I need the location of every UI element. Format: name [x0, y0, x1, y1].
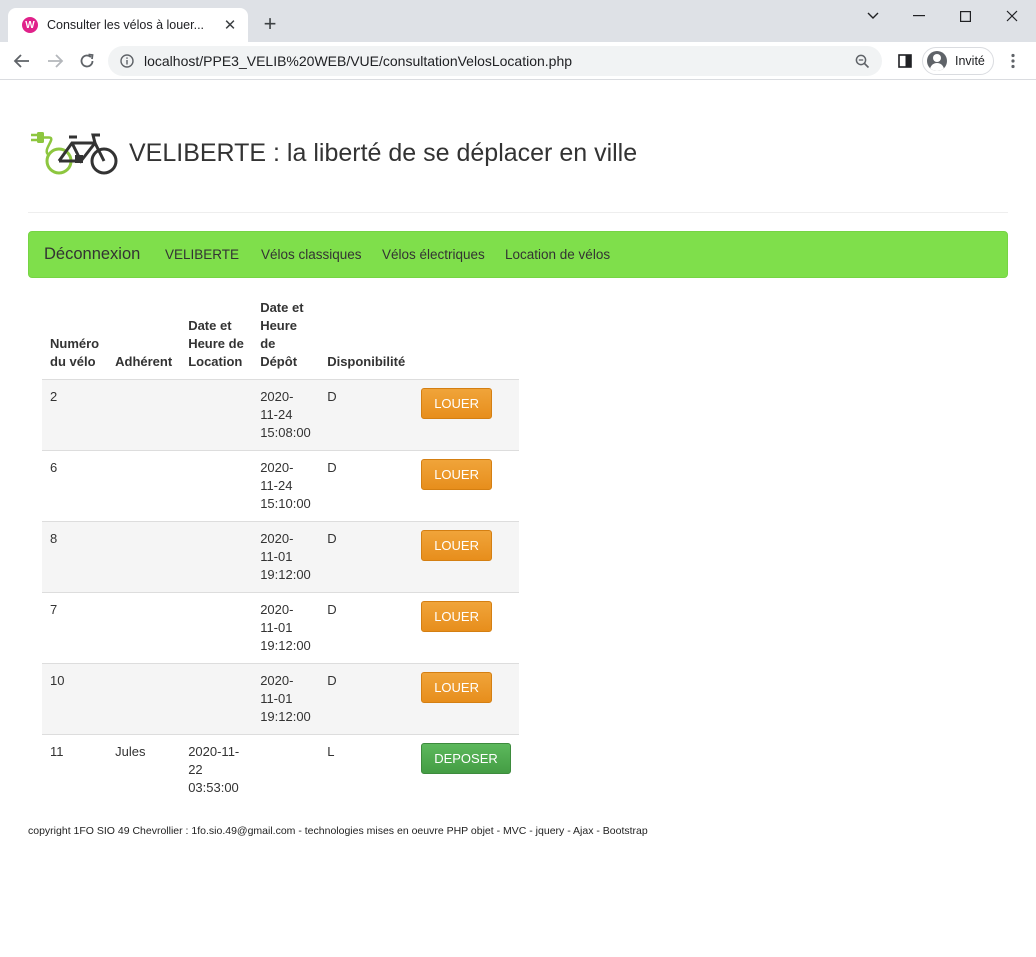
nav-link-velos-classiques[interactable]: Vélos classiques	[261, 247, 362, 262]
deposer-button[interactable]: DEPOSER	[421, 743, 511, 774]
zoom-icon[interactable]	[855, 54, 870, 69]
cell-disponibilite: D	[319, 450, 414, 522]
cell-adherent	[107, 379, 181, 451]
cell-date-location	[180, 663, 253, 735]
cell-numero: 6	[42, 450, 108, 522]
header-divider	[28, 212, 1008, 213]
column-header-numero: Numéro du vélo	[50, 336, 100, 369]
louer-button[interactable]: LOUER	[421, 601, 492, 632]
cell-adherent	[107, 450, 181, 522]
main-navbar: Déconnexion VELIBERTE Vélos classiques V…	[28, 231, 1008, 278]
back-icon[interactable]	[9, 48, 35, 74]
profile-name: Invité	[955, 54, 985, 68]
page-footer: copyright 1FO SIO 49 Chevrollier : 1fo.s…	[28, 825, 648, 837]
cell-adherent	[107, 663, 181, 735]
window-close-icon[interactable]	[989, 0, 1035, 32]
table-row: 10 2020-11-01 19:12:00 D LOUER	[42, 663, 519, 735]
cell-action: LOUER	[413, 379, 519, 451]
nav-link-veliberte[interactable]: VELIBERTE	[165, 247, 239, 262]
browser-menu-icon[interactable]	[1000, 48, 1026, 74]
column-header-date-location: Date et Heure de Location	[188, 318, 244, 369]
louer-button[interactable]: LOUER	[421, 459, 492, 490]
cell-date-location	[180, 379, 253, 451]
url-text[interactable]: localhost/PPE3_VELIB%20WEB/VUE/consultat…	[144, 53, 855, 69]
minimize-icon[interactable]	[896, 0, 942, 32]
cell-date-location	[180, 521, 253, 593]
column-header-disponibilite: Disponibilité	[327, 354, 406, 369]
cell-date-depot: 2020-11-01 19:12:00	[252, 592, 320, 664]
bikes-table: Numéro du vélo Adhérent Date et Heure de…	[42, 299, 519, 805]
cell-adherent: Jules	[107, 734, 181, 805]
cell-date-depot	[252, 734, 320, 805]
page-header: VELIBERTE : la liberté de se déplacer en…	[29, 127, 637, 179]
cell-numero: 2	[42, 379, 108, 451]
cell-date-location	[180, 450, 253, 522]
maximize-icon[interactable]	[942, 0, 988, 32]
cell-date-depot: 2020-11-24 15:10:00	[252, 450, 320, 522]
cell-numero: 7	[42, 592, 108, 664]
table-row: 7 2020-11-01 19:12:00 D LOUER	[42, 592, 519, 664]
column-header-action	[413, 299, 519, 380]
cell-disponibilite: D	[319, 663, 414, 735]
address-bar[interactable]: localhost/PPE3_VELIB%20WEB/VUE/consultat…	[108, 46, 882, 76]
side-panel-icon[interactable]	[892, 48, 918, 74]
nav-logout-link[interactable]: Déconnexion	[44, 245, 140, 264]
avatar-icon	[927, 51, 947, 71]
cell-disponibilite: D	[319, 521, 414, 593]
table-row: 6 2020-11-24 15:10:00 D LOUER	[42, 450, 519, 522]
table-row: 2 2020-11-24 15:08:00 D LOUER	[42, 379, 519, 451]
tab-title: Consulter les vélos à louer...	[47, 18, 205, 32]
cell-numero: 11	[42, 734, 108, 805]
cell-date-depot: 2020-11-24 15:08:00	[252, 379, 320, 451]
cell-action: LOUER	[413, 592, 519, 664]
forward-icon[interactable]	[42, 48, 68, 74]
table-row: 8 2020-11-01 19:12:00 D LOUER	[42, 521, 519, 593]
cell-disponibilite: L	[319, 734, 414, 805]
cell-action: LOUER	[413, 450, 519, 522]
nav-link-location-velos[interactable]: Location de vélos	[505, 247, 610, 262]
tab-search-chevron-icon[interactable]	[850, 0, 896, 32]
column-header-date-depot: Date et Heure de Dépôt	[260, 300, 304, 369]
reload-icon[interactable]	[74, 48, 100, 74]
cell-date-depot: 2020-11-01 19:12:00	[252, 521, 320, 593]
new-tab-icon[interactable]: +	[258, 13, 282, 37]
cell-adherent	[107, 592, 181, 664]
cell-date-location	[180, 592, 253, 664]
louer-button[interactable]: LOUER	[421, 672, 492, 703]
electric-bike-logo-icon	[31, 132, 118, 175]
tab-close-icon[interactable]: ✕	[222, 16, 238, 34]
cell-action: LOUER	[413, 521, 519, 593]
cell-action: DEPOSER	[413, 734, 519, 805]
cell-numero: 8	[42, 521, 108, 593]
column-header-adherent: Adhérent	[115, 354, 173, 369]
table-row: 11 Jules 2020-11-22 03:53:00 L DEPOSER	[42, 734, 519, 805]
browser-tab[interactable]: W Consulter les vélos à louer... ✕	[8, 8, 248, 42]
cell-date-depot: 2020-11-01 19:12:00	[252, 663, 320, 735]
nav-link-velos-electriques[interactable]: Vélos électriques	[382, 247, 485, 262]
louer-button[interactable]: LOUER	[421, 388, 492, 419]
page-title: VELIBERTE : la liberté de se déplacer en…	[129, 138, 638, 167]
cell-disponibilite: D	[319, 592, 414, 664]
cell-date-location: 2020-11-22 03:53:00	[180, 734, 253, 805]
cell-disponibilite: D	[319, 379, 414, 451]
site-info-icon[interactable]	[120, 54, 134, 68]
web-page: VELIBERTE : la liberté de se déplacer en…	[1, 81, 1035, 956]
cell-action: LOUER	[413, 663, 519, 735]
browser-tabstrip: W Consulter les vélos à louer... ✕ +	[0, 0, 1036, 42]
table-header-row: Numéro du vélo Adhérent Date et Heure de…	[42, 299, 519, 380]
site-favicon-icon: W	[22, 17, 38, 33]
cell-adherent	[107, 521, 181, 593]
cell-numero: 10	[42, 663, 108, 735]
browser-toolbar: localhost/PPE3_VELIB%20WEB/VUE/consultat…	[0, 42, 1036, 80]
profile-button[interactable]: Invité	[922, 47, 994, 75]
louer-button[interactable]: LOUER	[421, 530, 492, 561]
